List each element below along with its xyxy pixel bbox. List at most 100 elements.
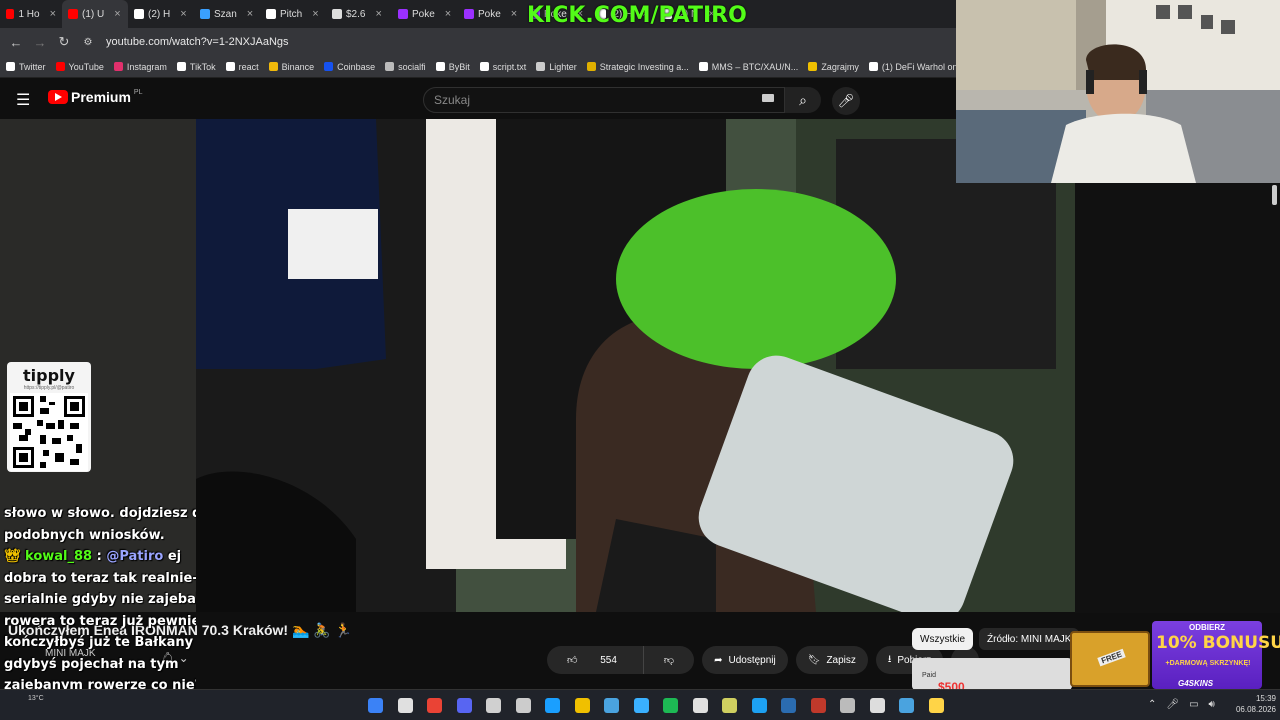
github-icon[interactable]	[515, 698, 531, 713]
mic-button[interactable]: 🎤︎	[832, 87, 860, 115]
bookmark-item[interactable]: TikTok	[176, 62, 216, 72]
filter-chip[interactable]: Wszystkie	[912, 628, 973, 650]
browser-tab[interactable]: Pitch ×	[260, 0, 326, 28]
bookmark-item[interactable]: ByBit	[435, 62, 470, 72]
back-icon[interactable]: ←	[4, 35, 28, 50]
address-bar-row: ← → ↻ ⚙ youtube.com/watch?v=1-2NXJAaNgs	[0, 28, 956, 56]
bookmark-item[interactable]: react	[225, 62, 259, 72]
like-button[interactable]: 👍︎ 554	[547, 646, 637, 674]
keyboard-icon[interactable]	[762, 94, 774, 102]
bookmark-item[interactable]: Instagram	[113, 62, 167, 72]
reload-icon[interactable]: ↻	[52, 34, 76, 50]
spotify-icon[interactable]	[663, 698, 678, 713]
steam-icon[interactable]	[545, 698, 560, 713]
system-tray: ⌃ 🎤︎ ▭ 🔊︎	[1148, 699, 1215, 710]
video-player[interactable]	[196, 119, 1075, 612]
volume-icon[interactable]: 🔊︎	[1209, 699, 1215, 710]
forward-icon[interactable]: →	[28, 35, 52, 50]
x-icon[interactable]	[751, 698, 767, 713]
bookmark-label: Lighter	[549, 61, 577, 72]
app-icon[interactable]	[810, 698, 826, 713]
bookmark-label: Strategic Investing a...	[599, 61, 689, 72]
tab-favicon-icon	[68, 9, 78, 19]
tab-close-icon[interactable]: ×	[247, 8, 253, 20]
chat-message-line: gdybyś pojechał na tym	[0, 654, 196, 676]
discord-icon[interactable]	[456, 698, 472, 713]
tab-label: Pitch	[280, 8, 303, 20]
browser-tab[interactable]: 1 Ho ×	[0, 0, 62, 28]
tab-close-icon[interactable]: ×	[445, 8, 451, 20]
scrollbar-thumb[interactable]	[1272, 185, 1277, 205]
bookmark-item[interactable]: YouTube	[55, 62, 104, 72]
telegram-icon[interactable]	[899, 698, 914, 713]
chrome-icon[interactable]	[427, 698, 442, 713]
share-button[interactable]: ➦ Udostępnij	[702, 646, 788, 674]
dislike-button[interactable]: 👎︎	[642, 646, 694, 674]
bookmark-label: socialfi	[398, 61, 426, 72]
bookmark-favicon-icon	[268, 62, 278, 71]
app-icon[interactable]	[486, 698, 501, 713]
windows-start-icon[interactable]	[368, 698, 383, 713]
bookmark-item[interactable]: Zagrajmy	[808, 62, 859, 72]
browser-tab[interactable]: Poke ×	[392, 0, 458, 28]
bookmark-item[interactable]: socialfi	[385, 62, 426, 72]
app-icon[interactable]	[840, 698, 855, 713]
tab-label: (2) H	[148, 8, 171, 20]
app-icon[interactable]	[722, 698, 737, 713]
bookmark-item[interactable]: script.txt	[479, 62, 526, 72]
related-video-thumbnail[interactable]: Paid $500	[912, 658, 1072, 690]
tab-close-icon[interactable]: ×	[114, 8, 120, 20]
bookmark-favicon-icon	[324, 62, 334, 71]
bookmark-label: Coinbase	[337, 61, 376, 72]
app-icon[interactable]	[692, 698, 708, 713]
file-explorer-icon[interactable]	[574, 698, 590, 713]
app-icon[interactable]	[633, 698, 649, 713]
bookmark-item[interactable]: Lighter	[536, 62, 577, 72]
youtube-logo[interactable]: Premium PL	[48, 89, 142, 105]
url-field[interactable]: youtube.com/watch?v=1-2NXJAaNgs	[106, 36, 289, 48]
windows-taskbar: 13°C ⌃ 🎤︎ ▭ 🔊︎ 15:39 06.08.2026	[0, 689, 1280, 720]
bookmark-item[interactable]: (1) DeFi Warhol on...	[868, 61, 956, 72]
tab-favicon-icon	[332, 9, 342, 19]
notes-icon[interactable]	[928, 698, 944, 713]
chevron-up-icon[interactable]: ⌃	[1148, 699, 1156, 710]
bookmark-item[interactable]: MMS – BTC/XAU/N...	[698, 61, 799, 72]
browser-tab[interactable]: (2) H ×	[128, 0, 194, 28]
browser-tab[interactable]: Szan ×	[194, 0, 260, 28]
filter-chip[interactable]: Źródło: MINI MAJK	[979, 628, 1080, 650]
bookmark-item[interactable]: Strategic Investing a...	[586, 61, 689, 72]
bookmark-label: (1) DeFi Warhol on...	[881, 61, 956, 72]
browser-tab[interactable]: Poke ×	[458, 0, 524, 28]
chat-username[interactable]: kowal_88	[25, 549, 92, 564]
edge-icon[interactable]	[604, 698, 619, 713]
bookmark-label: MMS – BTC/XAU/N...	[711, 61, 799, 72]
app-icon[interactable]	[869, 698, 885, 713]
tab-close-icon[interactable]: ×	[180, 8, 186, 20]
tab-close-icon[interactable]: ×	[312, 8, 318, 20]
menu-icon[interactable]: ☰	[16, 90, 30, 110]
bookmark-item[interactable]: Coinbase	[324, 62, 375, 72]
save-button[interactable]: 🔖︎ Zapisz	[795, 646, 868, 674]
bookmark-item[interactable]: Binance	[268, 62, 314, 72]
bookmark-item[interactable]: Twitter	[6, 62, 46, 72]
chat-message-line: serialnie gdyby nie zajebali Ci	[0, 589, 196, 611]
tab-close-icon[interactable]: ×	[50, 8, 56, 20]
tab-close-icon[interactable]: ×	[511, 8, 517, 20]
search-icon[interactable]	[397, 698, 413, 713]
search-button[interactable]: ⌕	[785, 87, 821, 113]
tab-favicon-icon	[266, 9, 276, 19]
taskbar-clock[interactable]: 15:39 06.08.2026	[1224, 693, 1276, 715]
search-input[interactable]: Szukaj	[423, 87, 785, 113]
weather-widget[interactable]: 13°C	[28, 695, 44, 702]
app-icon[interactable]	[781, 698, 796, 713]
mic-tray-icon[interactable]: 🎤︎	[1166, 699, 1179, 710]
chat-text: ej	[163, 549, 182, 564]
network-icon[interactable]: ▭	[1189, 699, 1198, 710]
tipply-donation-panel: tipply https://tipply.pl/@patiro	[7, 362, 91, 472]
browser-tab[interactable]: (1) U ×	[62, 0, 128, 28]
tab-close-icon[interactable]: ×	[375, 8, 381, 20]
bookmark-favicon-icon	[113, 62, 123, 71]
browser-tab[interactable]: $2.6 ×	[326, 0, 392, 28]
chat-text: serialnie gdyby nie zajebali Ci	[4, 592, 196, 607]
site-info-icon[interactable]: ⚙	[76, 37, 100, 48]
